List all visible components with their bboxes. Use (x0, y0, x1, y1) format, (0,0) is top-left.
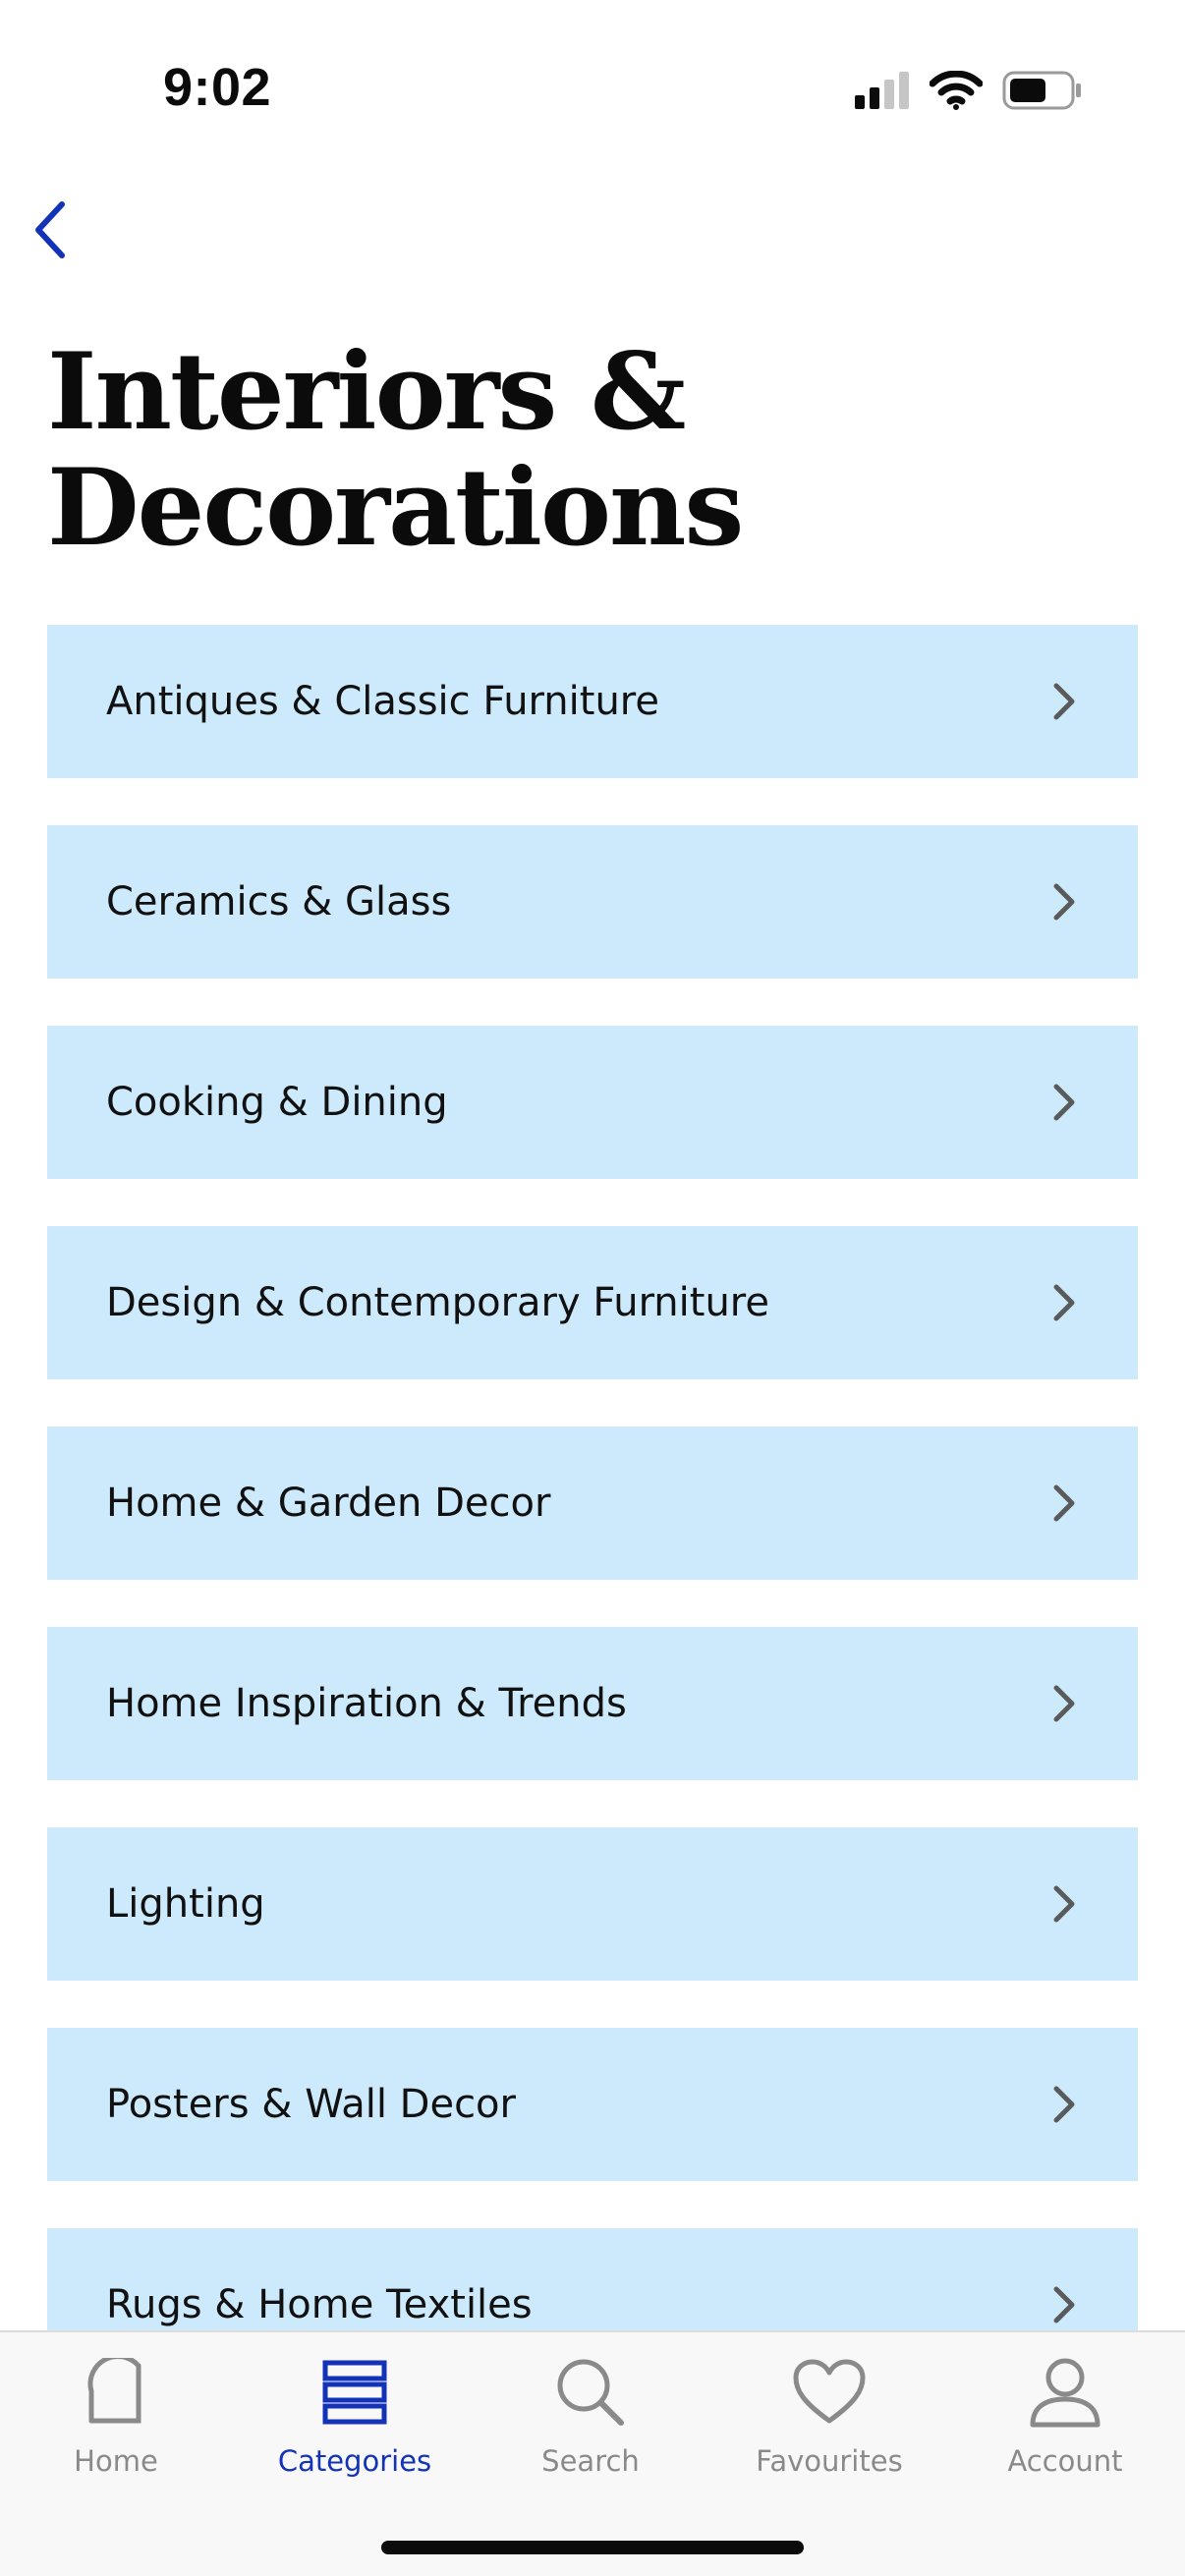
category-label: Posters & Wall Decor (106, 2082, 516, 2127)
chevron-left-icon (30, 198, 70, 266)
tab-bar: Home Categories Search Favourites Accoun… (0, 2330, 1185, 2576)
category-item-ceramics-glass[interactable]: Ceramics & Glass (47, 825, 1138, 979)
tab-search[interactable]: Search (482, 2350, 699, 2497)
category-item-home-inspiration-trends[interactable]: Home Inspiration & Trends (47, 1627, 1138, 1780)
categories-icon (310, 2350, 399, 2435)
chevron-right-icon (1049, 1281, 1079, 1324)
category-label: Home & Garden Decor (106, 1481, 551, 1526)
battery-icon (1002, 71, 1083, 110)
tab-categories[interactable]: Categories (247, 2350, 463, 2497)
tab-home[interactable]: Home (8, 2350, 224, 2497)
status-time: 9:02 (163, 58, 272, 117)
home-icon (72, 2350, 160, 2435)
status-bar: 9:02 (0, 0, 1185, 147)
category-item-posters-wall-decor[interactable]: Posters & Wall Decor (47, 2028, 1138, 2181)
chevron-right-icon (1049, 1081, 1079, 1124)
chevron-right-icon (1049, 2283, 1079, 2326)
chevron-right-icon (1049, 1482, 1079, 1525)
chevron-right-icon (1049, 680, 1079, 723)
category-label: Lighting (106, 1881, 265, 1927)
category-label: Home Inspiration & Trends (106, 1681, 627, 1726)
search-icon (546, 2350, 635, 2435)
account-icon (1021, 2350, 1109, 2435)
category-label: Design & Contemporary Furniture (106, 1280, 769, 1325)
back-button[interactable] (16, 193, 85, 271)
category-label: Antiques & Classic Furniture (106, 679, 659, 724)
category-label: Ceramics & Glass (106, 879, 452, 924)
chevron-right-icon (1049, 2083, 1079, 2126)
chevron-right-icon (1049, 1682, 1079, 1725)
status-icons (855, 71, 1083, 110)
category-label: Cooking & Dining (106, 1080, 448, 1125)
chevron-right-icon (1049, 1882, 1079, 1926)
chevron-right-icon (1049, 880, 1079, 924)
category-list: Antiques & Classic Furniture Ceramics & … (47, 625, 1138, 2429)
category-item-home-garden-decor[interactable]: Home & Garden Decor (47, 1427, 1138, 1580)
category-label: Rugs & Home Textiles (106, 2282, 533, 2327)
tab-label: Search (541, 2444, 640, 2478)
heart-icon (785, 2350, 874, 2435)
wifi-icon (930, 71, 983, 110)
page-title: Interiors & Decorations (47, 330, 744, 570)
tab-label: Account (1007, 2444, 1123, 2478)
home-indicator (381, 2541, 804, 2554)
tab-favourites[interactable]: Favourites (721, 2350, 937, 2497)
category-item-antiques-classic-furniture[interactable]: Antiques & Classic Furniture (47, 625, 1138, 778)
tab-label: Home (74, 2444, 158, 2478)
category-item-design-contemporary-furniture[interactable]: Design & Contemporary Furniture (47, 1226, 1138, 1379)
tab-label: Favourites (756, 2444, 903, 2478)
category-item-cooking-dining[interactable]: Cooking & Dining (47, 1026, 1138, 1179)
tab-label: Categories (277, 2444, 432, 2478)
cellular-signal-icon (855, 72, 910, 109)
category-item-lighting[interactable]: Lighting (47, 1827, 1138, 1981)
tab-account[interactable]: Account (957, 2350, 1173, 2497)
